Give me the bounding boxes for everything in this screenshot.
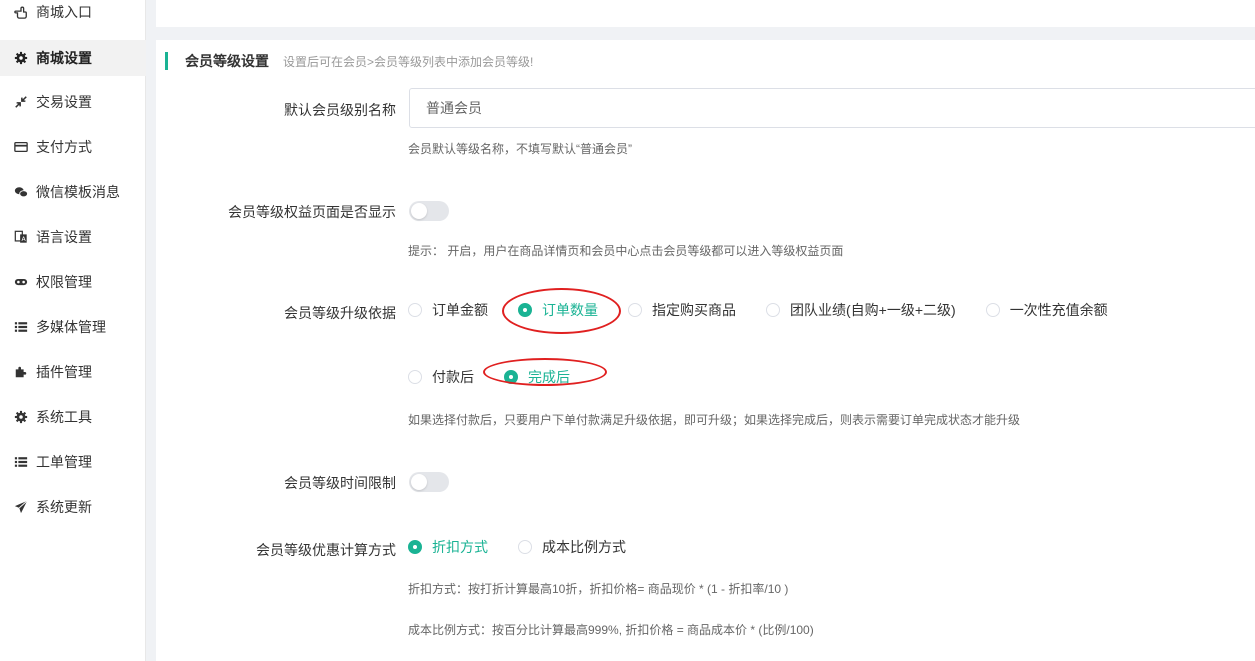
radio-dot bbox=[518, 303, 532, 317]
section-accent-bar bbox=[165, 52, 168, 70]
credit-card-icon bbox=[13, 139, 29, 155]
discount-method-hint: 折扣方式：按打折计算最高10折，折扣价格= 商品现价 * (1 - 折扣率/10… bbox=[408, 582, 789, 596]
default-level-label: 默认会员级别名称 bbox=[284, 102, 396, 118]
member-level-settings-card: 会员等级设置 设置后可在会员>会员等级列表中添加会员等级! 默认会员级别名称 会… bbox=[156, 40, 1255, 661]
section-header: 会员等级设置 设置后可在会员>会员等级列表中添加会员等级! bbox=[165, 52, 533, 70]
sidebar-item-label: 交易设置 bbox=[36, 94, 92, 110]
puzzle-icon bbox=[13, 364, 29, 380]
paper-plane-icon bbox=[13, 499, 29, 515]
toggle-knob bbox=[411, 474, 427, 490]
upgrade-basis-radio-group: 订单金额 订单数量 指定购买商品 团队业绩(自购+一级+二级) 一次性充值余额 bbox=[408, 300, 1138, 320]
radio-specified-product[interactable]: 指定购买商品 bbox=[628, 300, 736, 320]
gamepad-icon bbox=[13, 274, 29, 290]
default-level-hint: 会员默认等级名称，不填写默认“普通会员” bbox=[408, 142, 632, 156]
hand-pointer-icon bbox=[13, 4, 29, 20]
default-level-input[interactable] bbox=[409, 88, 1255, 128]
sidebar-item-label: 语言设置 bbox=[36, 229, 92, 245]
radio-order-count[interactable]: 订单数量 bbox=[518, 300, 598, 320]
radio-dot bbox=[408, 540, 422, 554]
rights-page-hint: 提示： 开启，用户在商品详情页和会员中心点击会员等级都可以进入等级权益页面 bbox=[408, 244, 844, 258]
sidebar-item-mall-settings[interactable]: 商城设置 bbox=[0, 40, 146, 76]
sidebar-item-plugin-management[interactable]: 插件管理 bbox=[0, 354, 146, 390]
section-subtitle: 设置后可在会员>会员等级列表中添加会员等级! bbox=[283, 54, 534, 69]
rights-page-label: 会员等级权益页面是否显示 bbox=[228, 204, 396, 220]
discount-method-label: 会员等级优惠计算方式 bbox=[256, 542, 396, 558]
time-limit-label: 会员等级时间限制 bbox=[284, 475, 396, 491]
radio-cost-ratio[interactable]: 成本比例方式 bbox=[518, 537, 626, 557]
list-icon bbox=[13, 319, 29, 335]
sidebar-item-mall-entry[interactable]: 商城入口 bbox=[0, 0, 146, 30]
toggle-knob bbox=[411, 203, 427, 219]
sidebar-item-label: 多媒体管理 bbox=[36, 319, 106, 335]
radio-dot bbox=[628, 303, 642, 317]
upgrade-basis-label: 会员等级升级依据 bbox=[284, 305, 396, 321]
sidebar-item-label: 插件管理 bbox=[36, 364, 92, 380]
rights-page-toggle[interactable] bbox=[409, 201, 449, 221]
time-limit-toggle[interactable] bbox=[409, 472, 449, 492]
upgrade-timing-hint: 如果选择付款后，只要用户下单付款满足升级依据，即可升级；如果选择完成后，则表示需… bbox=[408, 413, 1021, 427]
radio-dot bbox=[766, 303, 780, 317]
radio-after-completion[interactable]: 完成后 bbox=[504, 367, 570, 387]
sidebar-item-system-tools[interactable]: 系统工具 bbox=[0, 399, 146, 435]
upgrade-timing-radio-group: 付款后 完成后 bbox=[408, 367, 600, 387]
sidebar-item-ticket-management[interactable]: 工单管理 bbox=[0, 444, 146, 480]
sidebar-item-trade-settings[interactable]: 交易设置 bbox=[0, 84, 146, 120]
sidebar-item-label: 权限管理 bbox=[36, 274, 92, 290]
gear-icon bbox=[13, 50, 29, 66]
sidebar-item-language-settings[interactable]: A 语言设置 bbox=[0, 219, 146, 255]
sidebar-item-payment-methods[interactable]: 支付方式 bbox=[0, 129, 146, 165]
radio-discount[interactable]: 折扣方式 bbox=[408, 537, 488, 557]
radio-order-amount[interactable]: 订单金额 bbox=[408, 300, 488, 320]
sidebar-item-label: 商城设置 bbox=[36, 50, 92, 66]
radio-team-performance[interactable]: 团队业绩(自购+一级+二级) bbox=[766, 300, 956, 320]
sidebar: 商城入口 商城设置 交易设置 支付方式 微信模板消息 A 语言设置 权限管理 多… bbox=[0, 0, 146, 661]
sidebar-item-label: 商城入口 bbox=[36, 4, 92, 20]
sidebar-item-wechat-template[interactable]: 微信模板消息 bbox=[0, 174, 146, 210]
sidebar-item-label: 工单管理 bbox=[36, 454, 92, 470]
sidebar-item-permission-management[interactable]: 权限管理 bbox=[0, 264, 146, 300]
section-title: 会员等级设置 bbox=[185, 53, 269, 69]
translate-icon: A bbox=[13, 229, 29, 245]
discount-method-radio-group: 折扣方式 成本比例方式 bbox=[408, 537, 656, 557]
radio-dot bbox=[408, 303, 422, 317]
gear-icon bbox=[13, 409, 29, 425]
layout-gutter bbox=[146, 0, 156, 661]
sidebar-item-label: 系统工具 bbox=[36, 409, 92, 425]
cost-ratio-hint: 成本比例方式：按百分比计算最高999%, 折扣价格 = 商品成本价 * (比例/… bbox=[408, 623, 814, 637]
radio-after-payment[interactable]: 付款后 bbox=[408, 367, 474, 387]
wechat-icon bbox=[13, 184, 29, 200]
radio-one-time-recharge[interactable]: 一次性充值余额 bbox=[985, 300, 1108, 320]
top-card bbox=[156, 0, 1255, 27]
sidebar-item-label: 系统更新 bbox=[36, 499, 92, 515]
sidebar-item-label: 支付方式 bbox=[36, 139, 92, 155]
radio-dot bbox=[518, 540, 532, 554]
sidebar-item-label: 微信模板消息 bbox=[36, 184, 120, 200]
list-icon bbox=[13, 454, 29, 470]
radio-dot bbox=[408, 370, 422, 384]
radio-dot bbox=[504, 370, 518, 384]
radio-dot bbox=[985, 303, 1000, 317]
sidebar-item-system-update[interactable]: 系统更新 bbox=[0, 489, 146, 525]
sidebar-item-media-management[interactable]: 多媒体管理 bbox=[0, 309, 146, 345]
compress-arrows-icon bbox=[13, 94, 29, 110]
